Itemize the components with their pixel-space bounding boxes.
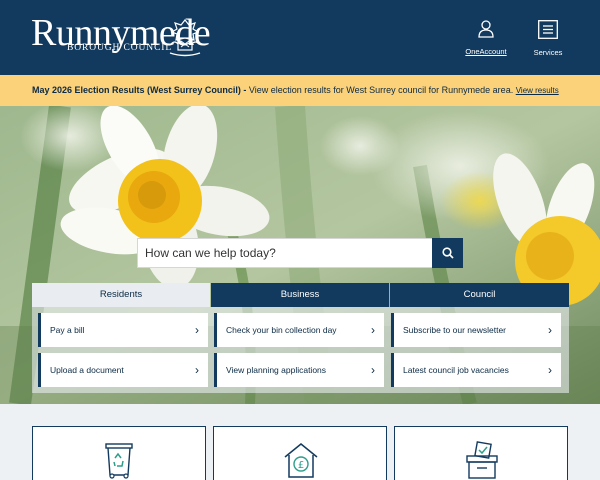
search-input[interactable]: [138, 239, 434, 267]
crest-icon: [169, 19, 201, 57]
runnymede-logo[interactable]: Runnymede BOROUGH COUNCIL: [31, 13, 211, 59]
site-header: Runnymede BOROUGH COUNCIL OneAccount Ser…: [0, 0, 600, 75]
quick-links-panel: Pay a bill › Check your bin collection d…: [32, 307, 569, 393]
pay-a-bill-link[interactable]: Pay a bill ›: [38, 313, 208, 347]
ballot-box-icon: [466, 441, 498, 479]
search-icon: [441, 247, 454, 259]
card-label: View planning applications: [226, 365, 327, 375]
chevron-right-icon: ›: [195, 323, 199, 337]
audience-tabs: Residents Business Council: [32, 283, 569, 307]
recycling-tile[interactable]: [32, 426, 206, 480]
elections-tile[interactable]: [394, 426, 568, 480]
view-results-link[interactable]: View results: [516, 86, 559, 95]
card-label: Upload a document: [50, 365, 124, 375]
bin-collection-link[interactable]: Check your bin collection day ›: [214, 313, 384, 347]
svg-text:£: £: [298, 460, 304, 471]
services-menu-button[interactable]: Services: [518, 20, 578, 57]
services-label: Services: [533, 48, 563, 57]
menu-icon: [538, 20, 558, 39]
chevron-right-icon: ›: [371, 323, 375, 337]
oneaccount-link[interactable]: OneAccount: [456, 20, 516, 56]
tab-council[interactable]: Council: [390, 283, 569, 307]
card-label: Latest council job vacancies: [403, 365, 509, 375]
logo-subtitle: BOROUGH COUNCIL: [67, 43, 173, 53]
user-icon: [478, 20, 494, 38]
recycling-bin-icon: [105, 443, 133, 479]
election-banner: May 2026 Election Results (West Surrey C…: [0, 75, 600, 106]
chevron-right-icon: ›: [548, 363, 552, 377]
card-label: Subscribe to our newsletter: [403, 325, 506, 335]
council-tax-house-icon: £: [284, 443, 318, 478]
card-label: Pay a bill: [50, 325, 85, 335]
banner-text: View election results for West Surrey co…: [246, 85, 514, 95]
hero-section: Residents Business Council Pay a bill › …: [0, 106, 600, 404]
planning-applications-link[interactable]: View planning applications ›: [214, 353, 384, 387]
newsletter-link[interactable]: Subscribe to our newsletter ›: [391, 313, 561, 347]
search-button[interactable]: [432, 238, 463, 268]
chevron-right-icon: ›: [195, 363, 199, 377]
oneaccount-label: OneAccount: [465, 47, 507, 56]
banner-title: May 2026 Election Results (West Surrey C…: [32, 85, 247, 95]
search-bar: [137, 238, 463, 268]
upload-document-link[interactable]: Upload a document ›: [38, 353, 208, 387]
job-vacancies-link[interactable]: Latest council job vacancies ›: [391, 353, 561, 387]
card-label: Check your bin collection day: [226, 325, 337, 335]
council-tax-tile[interactable]: £: [213, 426, 387, 480]
chevron-right-icon: ›: [371, 363, 375, 377]
service-tiles: £: [0, 404, 600, 480]
tab-residents[interactable]: Residents: [32, 283, 210, 307]
chevron-right-icon: ›: [548, 323, 552, 337]
tab-business[interactable]: Business: [211, 283, 389, 307]
